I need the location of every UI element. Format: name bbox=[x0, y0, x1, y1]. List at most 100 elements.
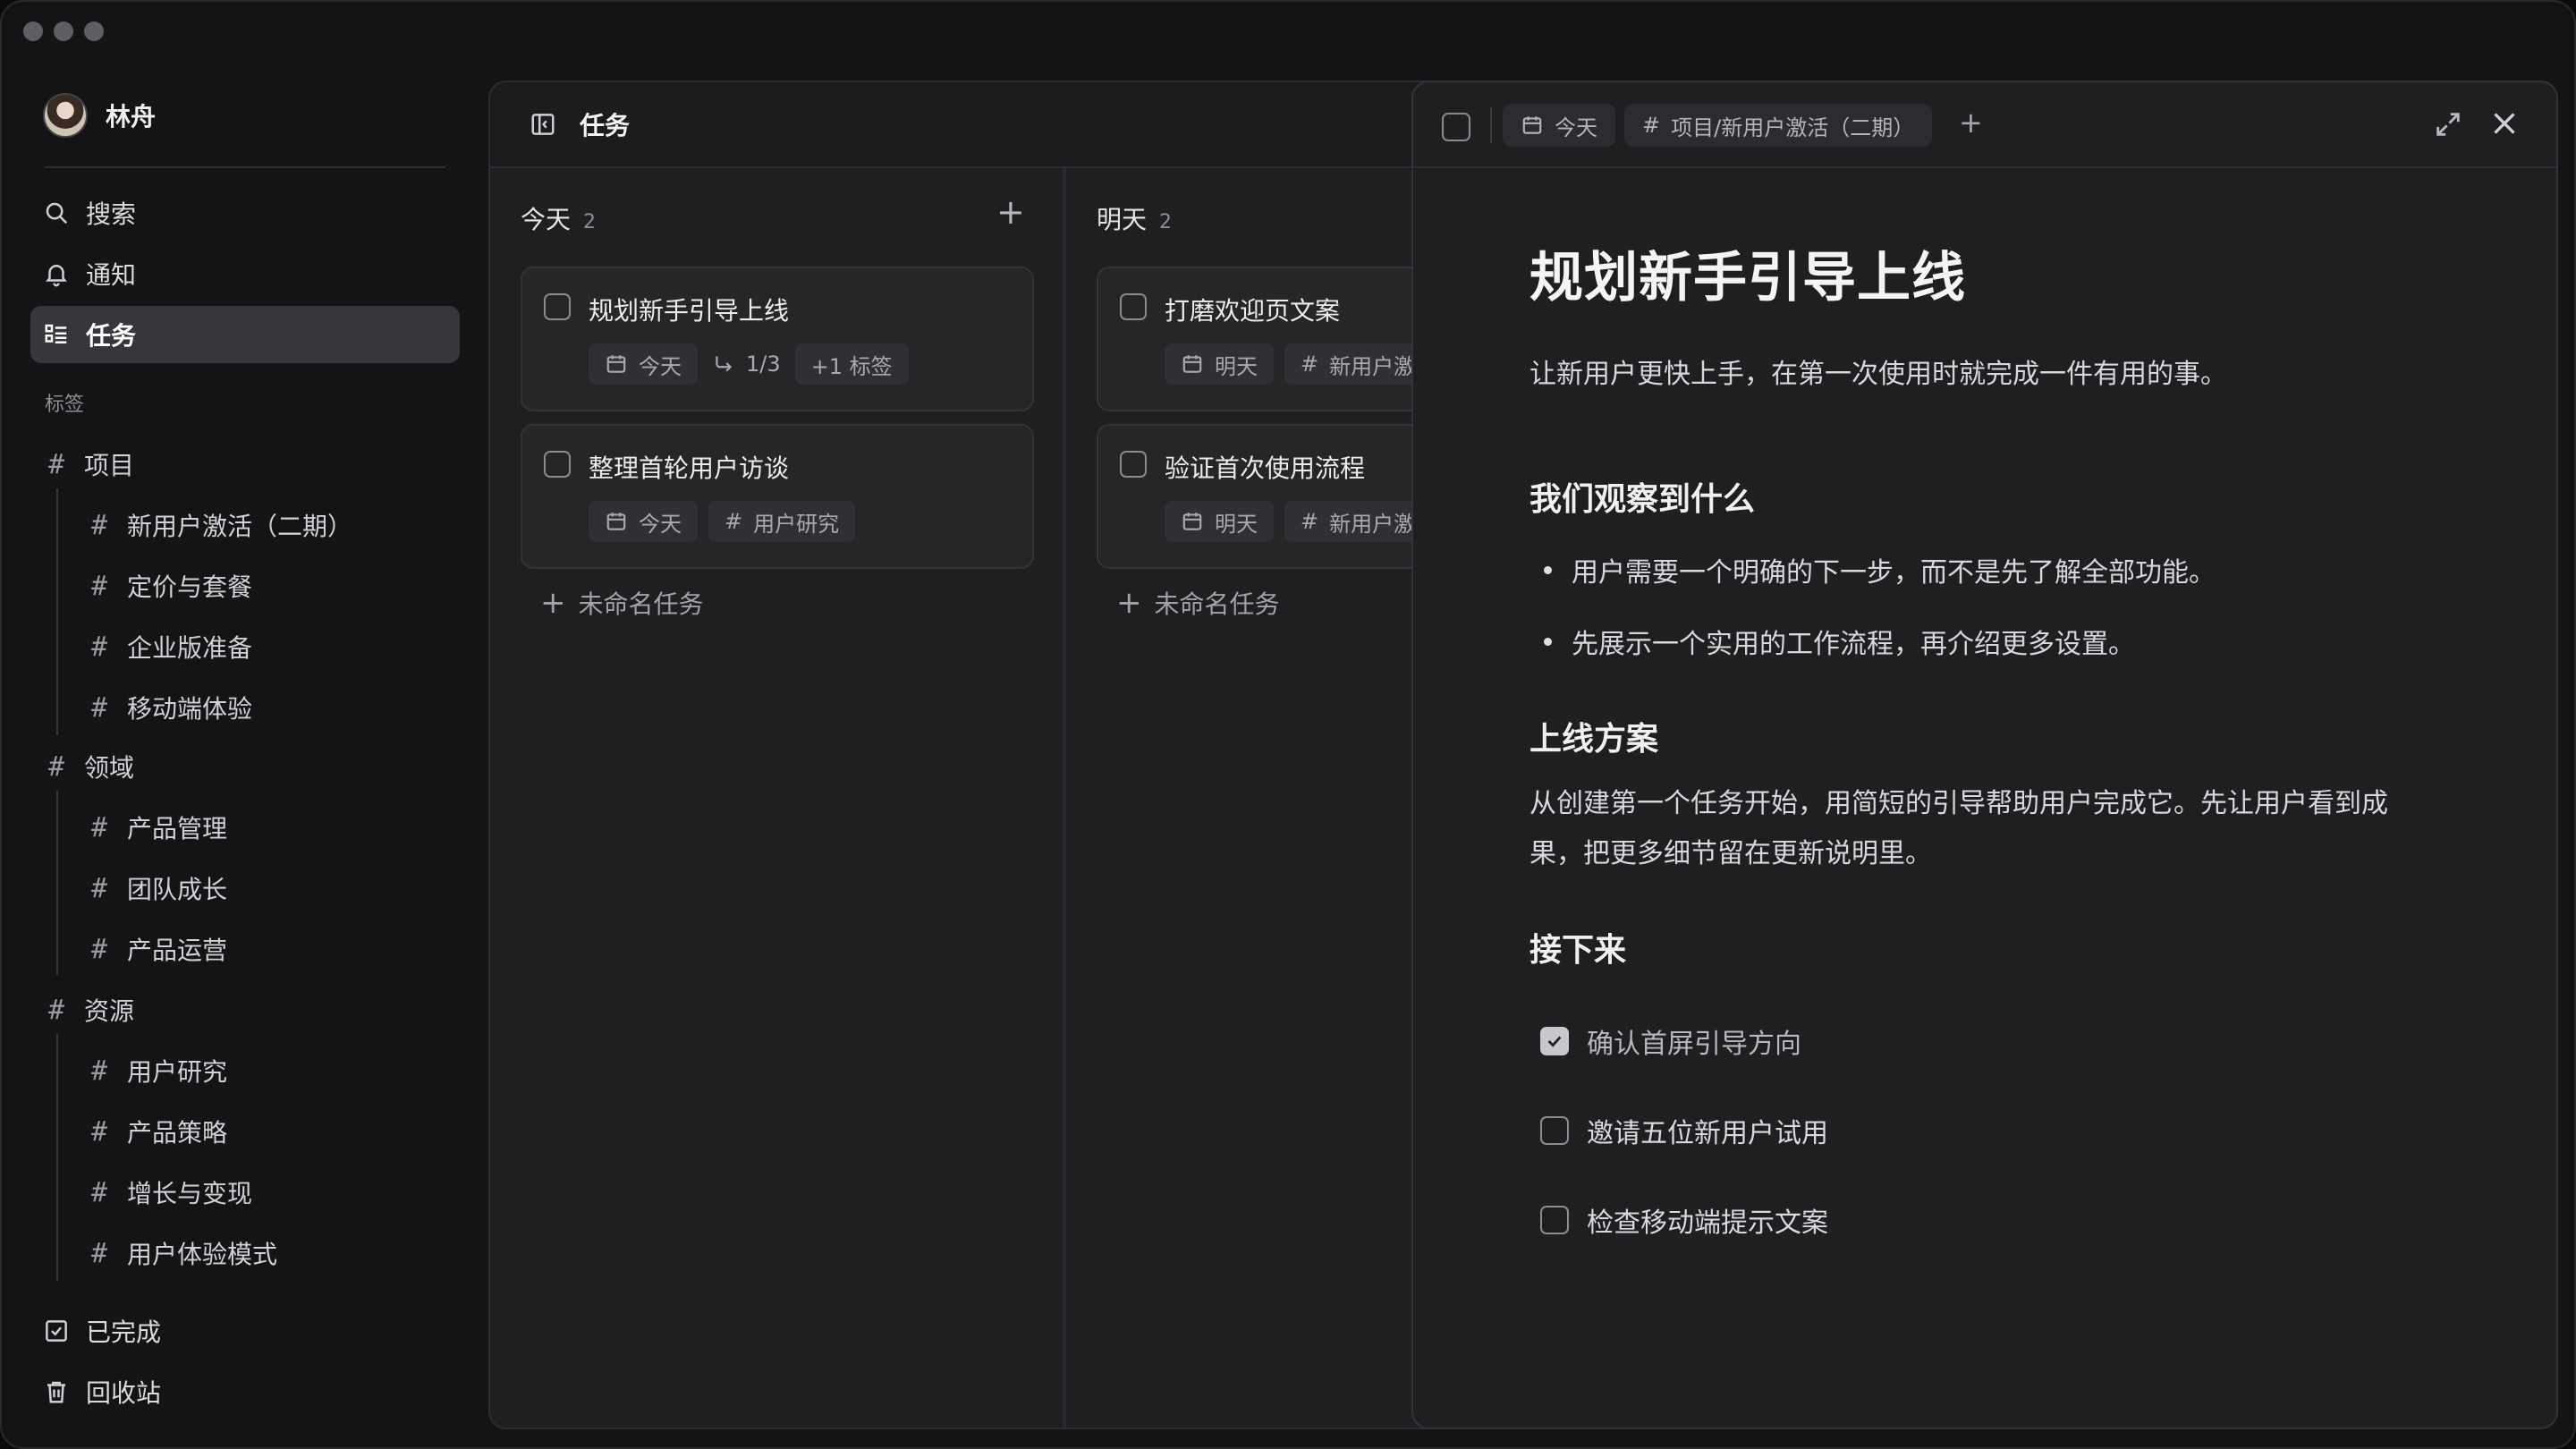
task-checkbox[interactable] bbox=[1120, 293, 1147, 320]
tag-item[interactable]: # 产品管理 bbox=[88, 805, 227, 850]
hash-icon: # bbox=[47, 750, 65, 783]
hash-icon: # bbox=[1301, 352, 1319, 377]
plus-icon: + bbox=[540, 585, 566, 621]
task-title: 整理首轮用户访谈 bbox=[589, 453, 790, 483]
tag-item[interactable]: # 定价与套餐 bbox=[88, 564, 252, 608]
add-tag-icon[interactable]: + bbox=[1959, 106, 1983, 140]
expand-icon[interactable] bbox=[2433, 109, 2463, 140]
bullet-list: 用户需要一个明确的下一步，而不是先了解全部功能。 先展示一个实用的工作流程，再介… bbox=[1530, 550, 2478, 661]
close-icon[interactable] bbox=[2488, 107, 2521, 140]
tag-label: 产品运营 bbox=[127, 936, 228, 965]
page-title: 任务 bbox=[580, 111, 631, 140]
plan-line: 果，把更多细节留在更新说明里。 bbox=[1530, 838, 1932, 869]
hash-icon: # bbox=[90, 811, 108, 843]
tag-label: 企业版准备 bbox=[127, 633, 253, 663]
tag-item[interactable]: # 增长与变现 bbox=[88, 1170, 252, 1215]
more-tags-label: +1 标签 bbox=[810, 353, 893, 379]
detail-project-chip[interactable]: # 项目/新用户激活（二期） bbox=[1624, 104, 1933, 147]
tag-label: 移动端体验 bbox=[127, 694, 253, 724]
task-document[interactable]: 规划新手引导上线 让新用户更快上手，在第一次使用时就完成一件有用的事。 我们观察… bbox=[1530, 234, 2478, 970]
due-date-chip[interactable]: 今天 bbox=[589, 343, 698, 385]
task-checkbox[interactable] bbox=[1120, 451, 1147, 478]
subtask-arrow-icon bbox=[716, 356, 733, 372]
detail-project-label: 项目/新用户激活（二期） bbox=[1671, 114, 1915, 140]
todo-item[interactable]: 检查移动端提示文案 bbox=[1540, 1200, 1828, 1240]
due-date-label: 明天 bbox=[1215, 353, 1258, 379]
todo-item[interactable]: 邀请五位新用户试用 bbox=[1540, 1111, 1828, 1150]
nav-search[interactable]: 搜索 bbox=[30, 184, 460, 242]
add-untitled-task[interactable]: + 未命名任务 bbox=[1116, 585, 1280, 621]
tag-label: 用户研究 bbox=[127, 1057, 228, 1087]
checkbox-done-icon bbox=[46, 1320, 67, 1342]
search-icon bbox=[46, 202, 68, 225]
plan-line: 从创建第一个任务开始，用简短的引导帮助用户完成它。先让用户看到成 bbox=[1530, 788, 2388, 819]
column-header: 今天 2 bbox=[521, 200, 596, 236]
tag-item[interactable]: # 用户研究 bbox=[88, 1048, 227, 1093]
task-card[interactable]: 整理首轮用户访谈 今天 # 用户研究 bbox=[521, 424, 1034, 569]
more-tags-chip[interactable]: +1 标签 bbox=[794, 343, 909, 385]
detail-date-chip[interactable]: 今天 bbox=[1503, 104, 1615, 147]
column-today: 今天 2 + 规划新手引导上线 今天 1/3 +1 标签 整理首轮用户访谈 今天… bbox=[490, 168, 1064, 1428]
trash-icon bbox=[47, 1381, 65, 1403]
section-heading: 上线方案 bbox=[1530, 721, 1659, 758]
tag-chip-label: 用户研究 bbox=[753, 511, 840, 537]
nav-trash-label: 回收站 bbox=[86, 1378, 162, 1408]
nav-notifications[interactable]: 通知 bbox=[30, 245, 460, 302]
nav-trash[interactable]: 回收站 bbox=[30, 1363, 460, 1420]
todo-checkbox[interactable] bbox=[1540, 1206, 1569, 1234]
tag-label: 增长与变现 bbox=[127, 1179, 253, 1208]
add-untitled-task[interactable]: + 未命名任务 bbox=[540, 585, 704, 621]
tag-label: 用户体验模式 bbox=[127, 1240, 278, 1269]
tag-label: 领域 bbox=[84, 753, 135, 783]
hash-icon: # bbox=[90, 1055, 108, 1087]
nav-completed-label: 已完成 bbox=[86, 1318, 162, 1347]
sidebar-toggle-icon[interactable] bbox=[530, 111, 556, 138]
todo-label: 检查移动端提示文案 bbox=[1587, 1208, 1828, 1239]
nav-search-label: 搜索 bbox=[86, 199, 137, 229]
hash-icon: # bbox=[1301, 509, 1319, 534]
tag-chip[interactable]: # 用户研究 bbox=[708, 501, 856, 542]
todo-item[interactable]: 确认首屏引导方向 bbox=[1540, 1021, 1801, 1061]
hash-icon: # bbox=[90, 570, 108, 602]
todo-checkbox[interactable] bbox=[1540, 1116, 1569, 1145]
nav-tasks[interactable]: 任务 bbox=[30, 306, 460, 363]
task-detail-title[interactable]: 规划新手引导上线 bbox=[1530, 234, 2478, 312]
tag-chip[interactable]: # 新用户激 bbox=[1284, 501, 1432, 542]
tag-item[interactable]: # 产品策略 bbox=[88, 1109, 227, 1154]
add-task-icon[interactable]: + bbox=[996, 195, 1025, 229]
due-date-chip[interactable]: 明天 bbox=[1165, 501, 1274, 542]
tag-item[interactable]: # 移动端体验 bbox=[88, 685, 252, 730]
tag-item[interactable]: # 新用户激活（二期） bbox=[88, 503, 352, 547]
due-date-chip[interactable]: 明天 bbox=[1165, 343, 1274, 385]
sidebar: 林舟 搜索 通知 任务 标签 # 项目 # 新用户激活（二期） # 定价与套餐 # 企… bbox=[2, 2, 485, 1447]
tag-item[interactable]: # 团队成长 bbox=[88, 866, 227, 911]
tag-group-resources[interactable]: # 资源 bbox=[45, 987, 134, 1032]
task-list-icon bbox=[45, 324, 67, 343]
hash-icon: # bbox=[724, 509, 743, 534]
tag-item[interactable]: # 产品运营 bbox=[88, 927, 227, 971]
user-profile[interactable]: 林舟 bbox=[43, 93, 156, 138]
calendar-icon bbox=[1182, 355, 1202, 373]
column-title: 明天 bbox=[1097, 205, 1148, 234]
tag-item[interactable]: # 企业版准备 bbox=[88, 624, 252, 669]
calendar-icon bbox=[1522, 116, 1542, 134]
task-checkbox[interactable] bbox=[544, 293, 571, 320]
tag-chip-label: 新用户激 bbox=[1329, 511, 1416, 537]
nav-completed[interactable]: 已完成 bbox=[30, 1302, 460, 1360]
task-checkbox[interactable] bbox=[544, 451, 571, 478]
task-card[interactable]: 规划新手引导上线 今天 1/3 +1 标签 bbox=[521, 267, 1034, 411]
subtask-count-label: 1/3 bbox=[746, 352, 781, 377]
due-date-chip[interactable]: 今天 bbox=[589, 501, 698, 542]
tag-item[interactable]: # 用户体验模式 bbox=[88, 1231, 277, 1275]
due-date-label: 今天 bbox=[639, 353, 682, 379]
tag-chip[interactable]: # 新用户激 bbox=[1284, 343, 1432, 385]
hash-icon: # bbox=[90, 933, 108, 965]
tag-label: 产品策略 bbox=[127, 1118, 228, 1148]
tag-group-projects[interactable]: # 项目 bbox=[45, 442, 134, 487]
nav-notifications-label: 通知 bbox=[86, 260, 137, 290]
tag-label: 产品管理 bbox=[127, 814, 228, 843]
detail-task-checkbox[interactable] bbox=[1442, 113, 1470, 141]
todo-checkbox[interactable] bbox=[1540, 1027, 1569, 1055]
plan-paragraph: 从创建第一个任务开始，用简短的引导帮助用户完成它。先让用户看到成 果，把更多细节… bbox=[1530, 779, 2478, 879]
tag-group-areas[interactable]: # 领域 bbox=[45, 744, 134, 789]
